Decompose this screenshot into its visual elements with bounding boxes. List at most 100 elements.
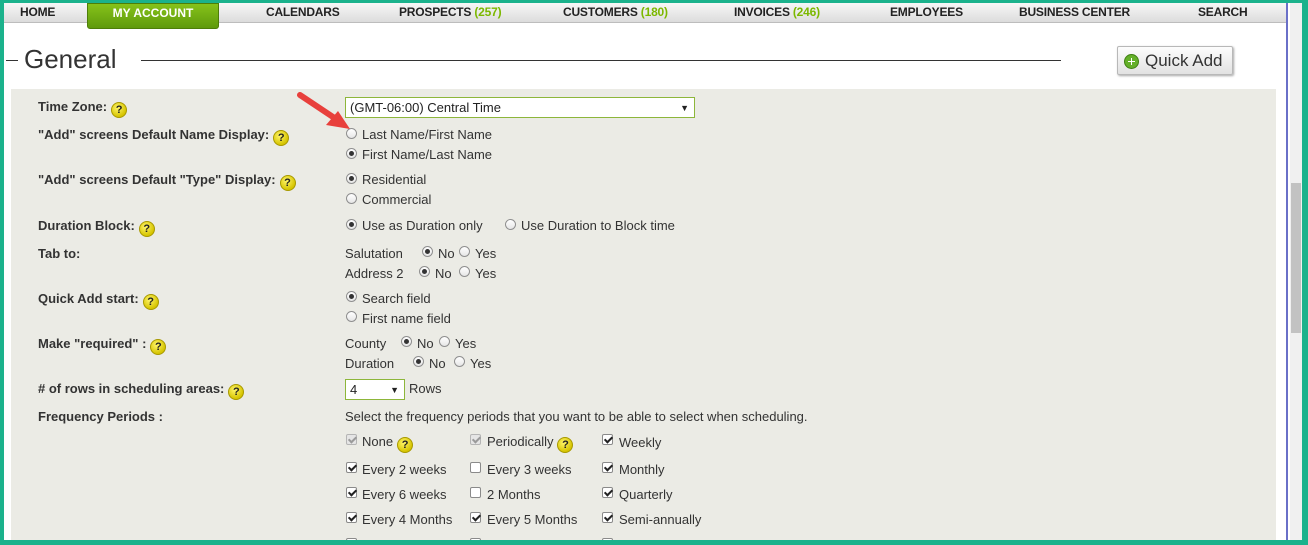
county-no-label: No — [417, 336, 434, 351]
radio-address2-no[interactable] — [419, 266, 430, 277]
plus-circle-icon — [1124, 54, 1139, 69]
checkbox-semi-annually[interactable] — [602, 512, 613, 523]
nav-invoices-count: (246) — [792, 5, 820, 19]
county-yes-label: Yes — [455, 336, 477, 351]
settings-panel: Time Zone:? (GMT-06:00) Central Time ▼ "A… — [11, 89, 1276, 540]
checkbox-periodically[interactable] — [470, 434, 481, 445]
freq-monthly-label: Monthly — [619, 462, 665, 477]
time-zone-value: (GMT-06:00) Central Time — [350, 100, 501, 115]
checkbox-every-3-weeks[interactable] — [470, 462, 481, 473]
salutation-label: Salutation — [345, 246, 403, 261]
radio-last-first-label: Last Name/First Name — [362, 127, 493, 142]
radio-duration-req-no[interactable] — [413, 356, 424, 367]
help-icon[interactable]: ? — [397, 437, 414, 453]
radio-salutation-yes[interactable] — [459, 246, 470, 257]
freq-every-2-weeks-label: Every 2 weeks — [362, 462, 447, 477]
tab-to-label: Tab to: — [38, 246, 81, 261]
radio-residential-label: Residential — [362, 172, 427, 187]
radio-first-last-label: First Name/Last Name — [362, 147, 493, 162]
help-icon[interactable]: ? — [142, 294, 159, 310]
quick-add-label: Quick Add — [1145, 51, 1223, 70]
right-divider — [1286, 3, 1288, 540]
time-zone-label-text: Time Zone: — [38, 99, 108, 114]
checkbox-every-2-weeks[interactable] — [346, 462, 357, 473]
nav-customers-label: CUSTOMERS — [563, 5, 638, 19]
rows-sched-label: # of rows in scheduling areas:? — [38, 381, 245, 400]
scrollbar-thumb[interactable] — [1291, 183, 1301, 333]
help-icon[interactable]: ? — [138, 221, 155, 237]
quick-add-button[interactable]: Quick Add — [1117, 46, 1233, 75]
radio-county-no[interactable] — [401, 336, 412, 347]
radio-search-field[interactable] — [346, 291, 357, 302]
help-icon[interactable]: ? — [279, 175, 296, 191]
app-window: HOME MY ACCOUNT CALENDARS PROSPECTS (257… — [4, 3, 1302, 540]
freq-periodically-label: Periodically? — [487, 434, 574, 453]
help-icon[interactable]: ? — [557, 437, 574, 453]
checkbox-every-5-months[interactable] — [470, 512, 481, 523]
freq-none-label: None? — [362, 434, 414, 453]
radio-first-name-field-label: First name field — [362, 311, 451, 326]
checkbox-weekly[interactable] — [602, 434, 613, 445]
radio-commercial[interactable] — [346, 193, 357, 204]
duration-block-label-text: Duration Block: — [38, 218, 135, 233]
radio-county-yes[interactable] — [439, 336, 450, 347]
checkbox-2-months[interactable] — [470, 487, 481, 498]
freq-none-text: None — [362, 434, 394, 449]
checkbox-cutoff-2[interactable] — [470, 538, 481, 540]
radio-duration-block[interactable] — [505, 219, 516, 230]
nav-prospects[interactable]: PROSPECTS (257) — [399, 5, 502, 19]
frequency-label: Frequency Periods : — [38, 409, 163, 424]
nav-home[interactable]: HOME — [20, 5, 55, 19]
help-icon[interactable]: ? — [228, 384, 245, 400]
name-display-label-text: "Add" screens Default Name Display: — [38, 127, 270, 142]
nav-employees[interactable]: EMPLOYEES — [890, 5, 963, 19]
rows-select[interactable]: 4 ▼ — [345, 379, 405, 400]
radio-first-last[interactable] — [346, 148, 357, 159]
radio-search-field-label: Search field — [362, 291, 431, 306]
nav-prospects-label: PROSPECTS — [399, 5, 472, 19]
nav-search[interactable]: SEARCH — [1198, 5, 1248, 19]
checkbox-monthly[interactable] — [602, 462, 613, 473]
radio-salutation-no[interactable] — [422, 246, 433, 257]
radio-residential[interactable] — [346, 173, 357, 184]
radio-duration-only-label: Use as Duration only — [362, 218, 483, 233]
help-icon[interactable]: ? — [111, 102, 128, 118]
radio-duration-block-label: Use Duration to Block time — [521, 218, 675, 233]
help-icon[interactable]: ? — [150, 339, 167, 355]
title-rule-left — [6, 60, 18, 61]
radio-duration-req-yes[interactable] — [454, 356, 465, 367]
freq-semi-annually-label: Semi-annually — [619, 512, 702, 527]
rows-sched-label-text: # of rows in scheduling areas: — [38, 381, 225, 396]
checkbox-every-6-weeks[interactable] — [346, 487, 357, 498]
freq-every-4-months-label: Every 4 Months — [362, 512, 453, 527]
make-required-label: Make "required" :? — [38, 336, 167, 355]
checkbox-quarterly[interactable] — [602, 487, 613, 498]
address2-no-label: No — [435, 266, 452, 281]
help-icon[interactable]: ? — [273, 130, 290, 146]
title-rule — [141, 60, 1061, 61]
nav-calendars[interactable]: CALENDARS — [266, 5, 340, 19]
checkbox-cutoff-3[interactable] — [602, 538, 613, 540]
radio-first-name-field[interactable] — [346, 311, 357, 322]
duration-yes-label: Yes — [470, 356, 492, 371]
checkbox-cutoff-1[interactable] — [346, 538, 357, 540]
time-zone-select[interactable]: (GMT-06:00) Central Time ▼ — [345, 97, 695, 118]
radio-duration-only[interactable] — [346, 219, 357, 230]
radio-address2-yes[interactable] — [459, 266, 470, 277]
annotation-arrow-icon — [297, 92, 350, 129]
checkbox-every-4-months[interactable] — [346, 512, 357, 523]
nav-business-center[interactable]: BUSINESS CENTER — [1019, 5, 1130, 19]
salutation-yes-label: Yes — [475, 246, 497, 261]
frequency-instruction: Select the frequency periods that you wa… — [345, 409, 808, 424]
nav-invoices[interactable]: INVOICES (246) — [734, 5, 820, 19]
nav-my-account[interactable]: MY ACCOUNT — [87, 3, 219, 29]
freq-quarterly-label: Quarterly — [619, 487, 673, 502]
salutation-no-label: No — [438, 246, 455, 261]
checkbox-none[interactable] — [346, 434, 357, 445]
time-zone-label: Time Zone:? — [38, 99, 128, 118]
nav-customers[interactable]: CUSTOMERS (180) — [563, 5, 668, 19]
freq-2-months-label: 2 Months — [487, 487, 541, 502]
make-required-label-text: Make "required" : — [38, 336, 147, 351]
top-nav: HOME MY ACCOUNT CALENDARS PROSPECTS (257… — [4, 3, 1286, 29]
scrollbar[interactable] — [1290, 3, 1302, 540]
